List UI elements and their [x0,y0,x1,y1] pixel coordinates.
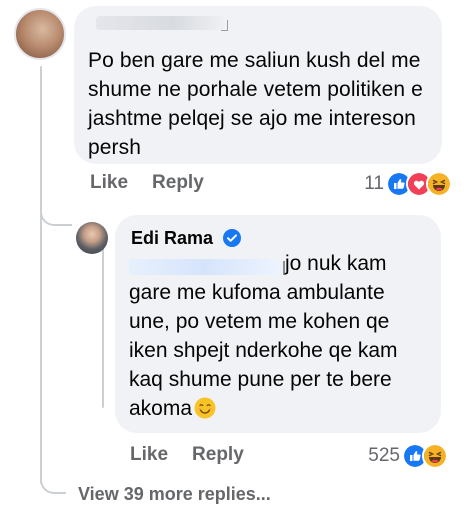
comment-text: Po ben gare me saliun kush del me shume … [88,49,423,159]
reply-connector [40,206,72,226]
view-more-replies-link[interactable]: View 39 more replies... [78,484,271,505]
haha-icon [426,171,452,197]
reply-author-name[interactable]: Edi Rama [131,227,213,249]
more-replies-connector [40,470,66,494]
comment-actions: Like Reply [90,172,228,194]
reply-bubble: Edi Rama jo nuk kam gare me kufoma ambul… [115,215,441,433]
reply-button[interactable]: Reply [152,172,204,194]
reply-thread-line [102,248,104,408]
commenter-avatar[interactable] [14,8,66,60]
reply-reply-button[interactable]: Reply [192,444,244,466]
like-button[interactable]: Like [90,172,128,194]
comment-bubble: Po ben gare me saliun kush del me shume … [74,6,442,164]
reply-reaction-summary[interactable]: 525 [368,443,448,469]
reply-text-body: jo nuk kam gare me kufoma ambulante une,… [129,252,398,420]
verified-badge-icon [223,229,241,247]
redacted-author-name [96,16,228,31]
thread-line [40,66,42,484]
haha-icon [422,443,448,469]
reply-text: jo nuk kam gare me kufoma ambulante une,… [129,249,429,423]
comment-reaction-summary[interactable]: 11 [364,171,452,197]
smiling-face-emoji-icon [194,397,216,419]
reply-actions: Like Reply [130,444,268,466]
reply-author-avatar[interactable] [76,222,108,254]
reply-like-button[interactable]: Like [130,444,168,466]
reply-reaction-count: 525 [368,445,400,466]
reaction-count: 11 [364,173,384,194]
